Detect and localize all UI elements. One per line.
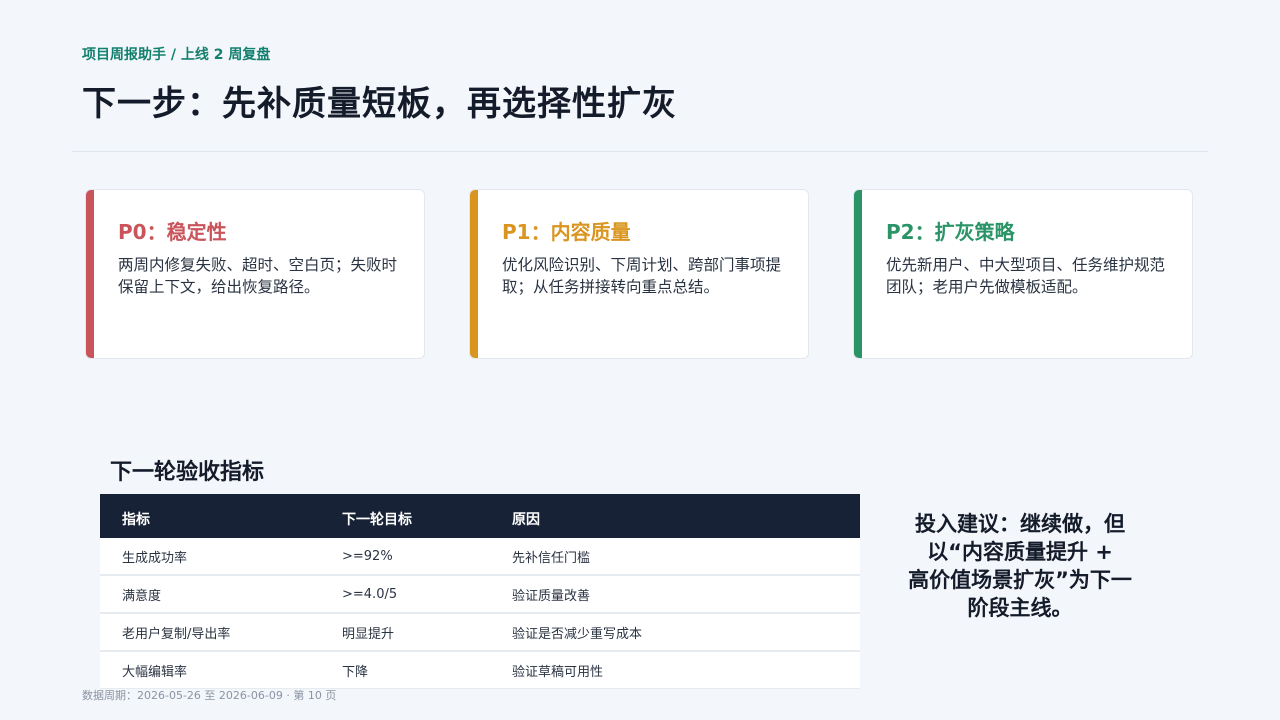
card-body: 优先新用户、中大型项目、任务维护规范团队；老用户先做模板适配。 <box>886 256 1166 296</box>
metric-target: >=4.0/5 <box>320 575 490 614</box>
card-body: 优化风险识别、下周计划、跨部门事项提取；从任务拼接转向重点总结。 <box>502 256 782 296</box>
priority-card-p1: P1：内容质量 优化风险识别、下周计划、跨部门事项提取；从任务拼接转向重点总结。 <box>469 189 809 359</box>
advice-line: 高价值场景扩灰”为下一 <box>908 568 1132 592</box>
table-row: 满意度 >=4.0/5 验证质量改善 <box>100 575 860 614</box>
card-accent-bar <box>470 190 478 358</box>
card-title: P0：稳定性 <box>118 220 227 244</box>
advice-line: 投入建议：继续做，但 <box>915 512 1125 536</box>
metric-target: 明显提升 <box>320 613 490 652</box>
column-header: 原因 <box>490 494 860 538</box>
investment-advice: 投入建议：继续做，但 以“内容质量提升 + 高价值场景扩灰”为下一 阶段主线。 <box>890 510 1150 622</box>
metric-name: 满意度 <box>100 575 320 614</box>
metrics-section-title: 下一轮验收指标 <box>110 460 265 485</box>
metric-name: 老用户复制/导出率 <box>100 613 320 652</box>
metric-reason: 验证草稿可用性 <box>490 651 860 689</box>
metrics-table: 指标 下一轮目标 原因 生成成功率 >=92% 先补信任门槛 满意度 >=4.0… <box>100 494 860 689</box>
card-body: 两周内修复失败、超时、空白页；失败时保留上下文，给出恢复路径。 <box>118 256 398 296</box>
column-header: 下一轮目标 <box>320 494 490 538</box>
table-header-row: 指标 下一轮目标 原因 <box>100 494 860 538</box>
metric-reason: 验证是否减少重写成本 <box>490 613 860 652</box>
advice-line: 阶段主线。 <box>967 596 1073 620</box>
advice-line: 以“内容质量提升 + <box>927 540 1113 564</box>
breadcrumb: 项目周报助手 / 上线 2 周复盘 <box>82 47 271 63</box>
card-accent-bar <box>86 190 94 358</box>
table-row: 老用户复制/导出率 明显提升 验证是否减少重写成本 <box>100 613 860 652</box>
table-row: 大幅编辑率 下降 验证草稿可用性 <box>100 651 860 689</box>
column-header: 指标 <box>100 494 320 538</box>
priority-card-p0: P0：稳定性 两周内修复失败、超时、空白页；失败时保留上下文，给出恢复路径。 <box>85 189 425 359</box>
metric-reason: 验证质量改善 <box>490 575 860 614</box>
card-title: P2：扩灰策略 <box>886 220 1015 244</box>
card-accent-bar <box>854 190 862 358</box>
metric-target: >=92% <box>320 538 490 576</box>
metric-reason: 先补信任门槛 <box>490 538 860 576</box>
header-divider <box>72 151 1208 152</box>
footer-data-period: 数据周期：2026-05-26 至 2026-06-09 · 第 10 页 <box>82 689 337 702</box>
metric-name: 生成成功率 <box>100 538 320 576</box>
card-title: P1：内容质量 <box>502 220 631 244</box>
priority-card-p2: P2：扩灰策略 优先新用户、中大型项目、任务维护规范团队；老用户先做模板适配。 <box>853 189 1193 359</box>
metric-target: 下降 <box>320 651 490 689</box>
metric-name: 大幅编辑率 <box>100 651 320 689</box>
page-title: 下一步：先补质量短板，再选择性扩灰 <box>82 84 677 124</box>
table-row: 生成成功率 >=92% 先补信任门槛 <box>100 538 860 576</box>
